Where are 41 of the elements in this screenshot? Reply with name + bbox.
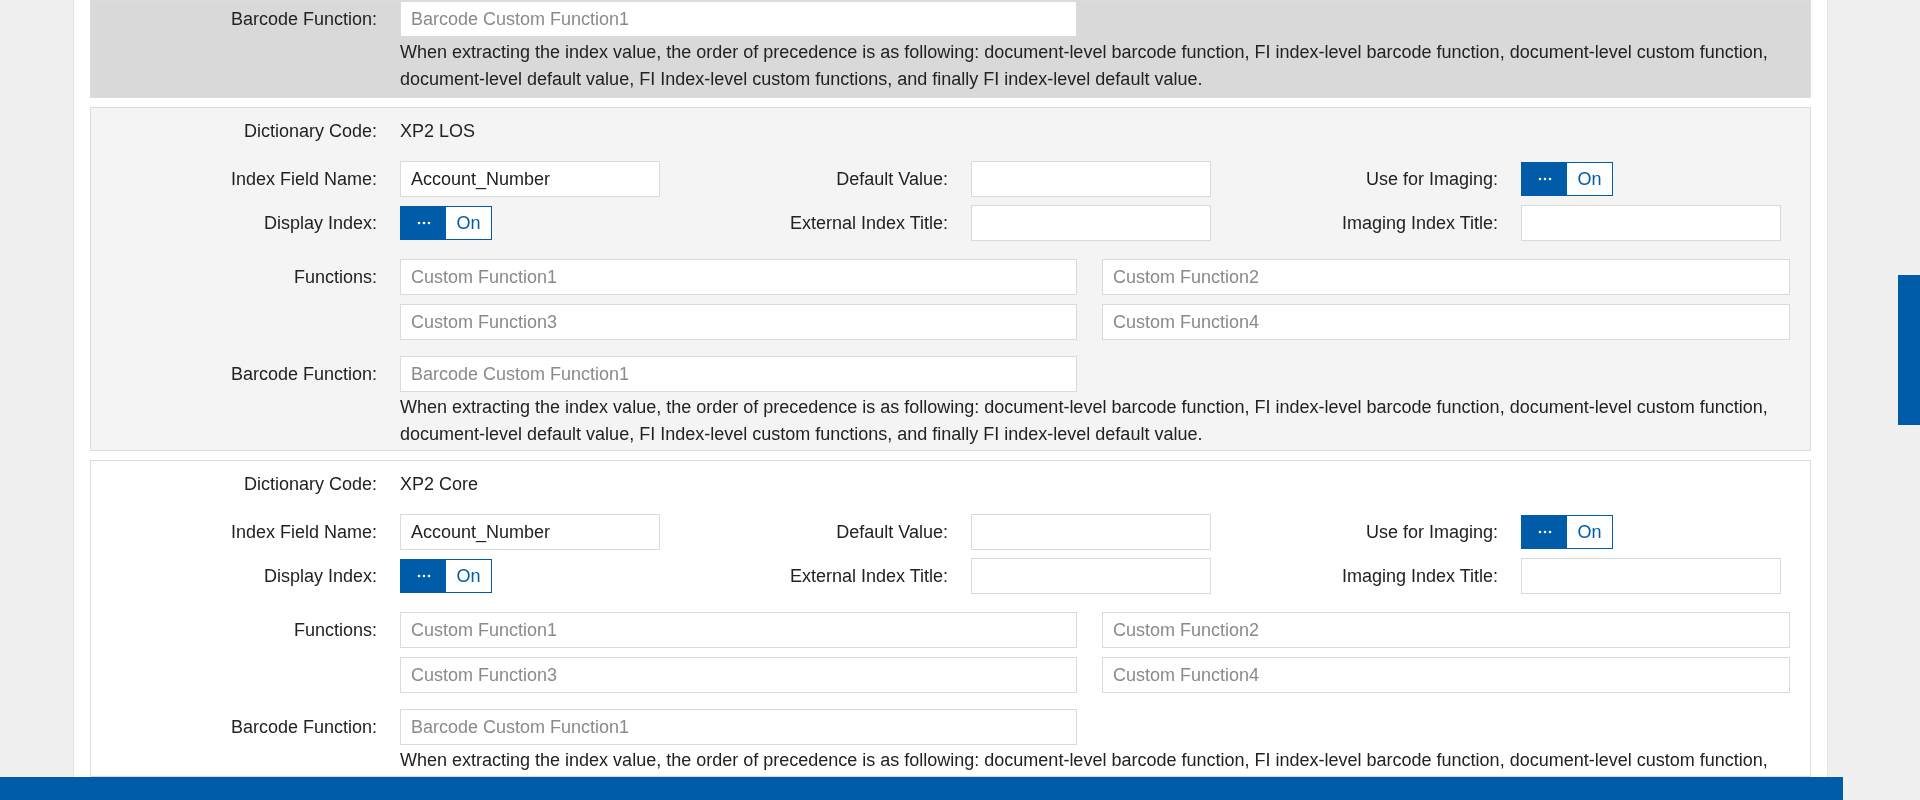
field-label: Use for Imaging:	[1364, 521, 1499, 543]
input-field[interactable]: Barcode Custom Function1	[400, 709, 1077, 745]
field-label: External Index Title:	[788, 565, 949, 587]
input-field[interactable]: Custom Function2	[1102, 612, 1790, 648]
field-label: Functions:	[292, 266, 378, 288]
input-field[interactable]: Account_Number	[400, 161, 660, 197]
input-field[interactable]: Custom Function1	[400, 612, 1077, 648]
field-label: Default Value:	[835, 521, 949, 543]
field-label: Dictionary Code:	[242, 120, 378, 142]
field-label: Imaging Index Title:	[1340, 565, 1499, 587]
field-label: Barcode Function:	[229, 8, 378, 30]
field-label: Dictionary Code:	[242, 473, 378, 495]
field-label: Use for Imaging:	[1364, 168, 1499, 190]
input-field[interactable]: Account_Number	[400, 514, 660, 550]
input-field[interactable]: Custom Function3	[400, 657, 1077, 693]
input-field[interactable]: Custom Function4	[1102, 657, 1790, 693]
toggle-switch[interactable]: On	[1521, 162, 1613, 196]
help-text: When extracting the index value, the order of precedence is as following: document-level barcode function, FI index-level barcode function, document-level custom function, document-level default value, FI Index-level custom functions, and finally FI index-level default value.	[400, 41, 1769, 91]
toggle-switch[interactable]: On	[400, 559, 492, 593]
toggle-switch[interactable]: On	[1521, 515, 1613, 549]
input-field[interactable]: Custom Function1	[400, 259, 1077, 295]
input-field[interactable]: Barcode Custom Function1	[400, 1, 1077, 37]
field-label: Display Index:	[262, 565, 378, 587]
field-label: Barcode Function:	[229, 716, 378, 738]
help-text: When extracting the index value, the order of precedence is as following: document-level barcode function, FI index-level barcode function, document-level custom function,	[400, 749, 1769, 772]
dictionary-code: XP2 Core	[400, 473, 480, 496]
field-label: Barcode Function:	[229, 363, 378, 385]
dictionary-code: XP2 LOS	[400, 120, 477, 143]
input-field[interactable]: Custom Function3	[400, 304, 1077, 340]
input-field[interactable]: Custom Function4	[1102, 304, 1790, 340]
field-label: Imaging Index Title:	[1340, 212, 1499, 234]
field-label: External Index Title:	[788, 212, 949, 234]
field-label: Index Field Name:	[229, 168, 378, 190]
field-label: Index Field Name:	[229, 521, 378, 543]
input-field[interactable]: Barcode Custom Function1	[400, 356, 1077, 392]
input-field[interactable]: Custom Function2	[1102, 259, 1790, 295]
field-label: Display Index:	[262, 212, 378, 234]
field-label: Default Value:	[835, 168, 949, 190]
field-label: Functions:	[292, 619, 378, 641]
toggle-switch[interactable]: On	[400, 206, 492, 240]
help-text: When extracting the index value, the order of precedence is as following: document-level barcode function, FI index-level barcode function, document-level custom function, document-level default value, FI Index-level custom functions, and finally FI index-level default value.	[400, 396, 1769, 446]
